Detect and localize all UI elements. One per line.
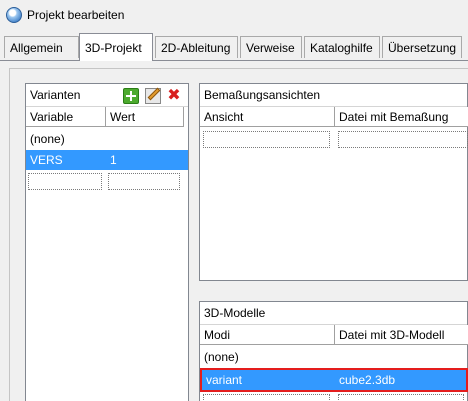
app-icon	[6, 6, 22, 23]
model-row[interactable]: (none)	[200, 347, 467, 367]
variant-variable-cell: VERS	[30, 153, 63, 167]
models-title: 3D-Modelle	[204, 306, 266, 320]
tab-verweise[interactable]: Verweise	[240, 36, 302, 58]
dimension-file-new-cell[interactable]	[338, 131, 468, 148]
dimension-views-title: Bemaßungsansichten	[204, 88, 321, 102]
variant-row[interactable]: (none)	[26, 129, 188, 149]
tab-uebersetzung[interactable]: Übersetzung	[382, 36, 462, 58]
variants-title: Varianten	[30, 88, 81, 102]
variant-row-selected[interactable]: VERS 1	[26, 150, 188, 170]
variant-value-cell: 1	[110, 153, 117, 167]
variants-header: Varianten ✖	[26, 84, 188, 107]
dimension-view-new-cell[interactable]	[203, 131, 330, 148]
edit-icon[interactable]	[145, 87, 161, 104]
column-header-datei-bemassung[interactable]: Datei mit Bemaßung	[335, 107, 468, 127]
column-header-datei-3d-modell[interactable]: Datei mit 3D-Modell	[335, 325, 468, 345]
models-header: 3D-Modelle	[200, 302, 467, 325]
column-header-modi[interactable]: Modi	[200, 325, 335, 345]
model-new-modi-cell[interactable]	[203, 394, 330, 401]
tab-content: Varianten ✖ Variable Wert (none) VERS 1 …	[0, 60, 468, 401]
variant-new-value-cell[interactable]	[108, 173, 180, 190]
variant-new-variable-cell[interactable]	[28, 173, 102, 190]
title-bar: Projekt bearbeiten	[0, 0, 468, 29]
column-header-wert[interactable]: Wert	[106, 107, 184, 127]
dimension-views-header: Bemaßungsansichten	[200, 84, 467, 107]
delete-icon[interactable]: ✖	[166, 88, 182, 104]
model-new-file-cell[interactable]	[338, 394, 464, 401]
variants-panel: Varianten ✖ Variable Wert (none) VERS 1	[25, 83, 189, 401]
dimension-views-panel: Bemaßungsansichten Ansicht Datei mit Bem…	[199, 83, 468, 281]
variant-value-cell	[106, 129, 186, 149]
tab-strip: Allgemein 3D-Projekt 2D-Ableitung Verwei…	[0, 29, 468, 64]
tab-2d-ableitung[interactable]: 2D-Ableitung	[155, 36, 238, 58]
variant-variable-cell: (none)	[30, 132, 65, 146]
model-file-cell	[335, 347, 467, 367]
window-title: Projekt bearbeiten	[27, 7, 125, 22]
tab-kataloghilfe[interactable]: Kataloghilfe	[304, 36, 380, 58]
tab-allgemein[interactable]: Allgemein	[4, 36, 79, 58]
models-panel: 3D-Modelle Modi Datei mit 3D-Modell (non…	[199, 301, 468, 401]
column-header-variable[interactable]: Variable	[26, 107, 106, 127]
tab-3d-projekt[interactable]: 3D-Projekt	[79, 33, 153, 61]
add-table-icon[interactable]	[120, 85, 139, 104]
column-header-ansicht[interactable]: Ansicht	[200, 107, 335, 127]
model-modi-cell: (none)	[204, 350, 239, 364]
highlight-box	[200, 368, 468, 392]
